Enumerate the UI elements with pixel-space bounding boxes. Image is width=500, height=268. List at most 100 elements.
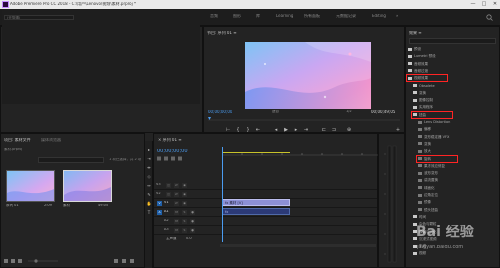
effects-search-input[interactable] <box>409 38 496 44</box>
minimize-button[interactable]: — <box>468 1 478 8</box>
workspace-tab-editing[interactable]: Editing <box>372 14 386 18</box>
effects-folder[interactable]: 音频效果 <box>408 62 428 67</box>
timeline-ruler[interactable] <box>221 147 378 156</box>
mute-icon[interactable]: M <box>174 210 179 215</box>
mic-icon[interactable]: ● <box>190 219 195 224</box>
effects-item[interactable]: 变形稳定器 VFX <box>418 135 449 140</box>
timeline-current-time[interactable]: 00;00;00;00 <box>157 149 188 154</box>
mic-icon[interactable]: ● <box>190 228 195 233</box>
timeline-title[interactable]: × 序列 01 ≡ <box>158 138 182 142</box>
eye-icon[interactable]: ◉ <box>182 192 187 197</box>
effects-folder[interactable]: Obsolete <box>413 84 435 88</box>
audio-clip[interactable]: fx <box>222 208 290 215</box>
mute-icon[interactable]: M <box>174 219 179 224</box>
track-v3[interactable]: V3 ◫ ⇄ ◉ <box>154 181 377 190</box>
type-tool-icon[interactable]: T <box>146 210 152 216</box>
effects-title[interactable]: 效果 ≡ <box>409 31 422 35</box>
more-workspaces-icon[interactable]: » <box>396 14 398 18</box>
track-a2[interactable]: A2 M S ● <box>154 217 377 226</box>
folder-icon <box>408 54 412 58</box>
mute-icon[interactable]: M <box>174 228 179 233</box>
effects-item[interactable]: 球面化 <box>418 186 435 191</box>
solo-icon[interactable]: S <box>182 228 187 233</box>
effects-item[interactable]: 放大 <box>418 149 431 154</box>
effects-item[interactable]: 变换 <box>418 142 431 147</box>
source-patch-v1[interactable]: V <box>157 201 162 206</box>
tab-project[interactable]: 项目: 素材文件 <box>4 138 31 142</box>
effects-item-label: 边角定位 <box>424 193 438 197</box>
eye-icon[interactable]: ◉ <box>182 201 187 206</box>
project-item-thumbnail[interactable] <box>63 170 112 202</box>
hand-tool-icon[interactable]: ✋ <box>146 201 152 207</box>
sync-icon[interactable]: ⇄ <box>174 183 179 188</box>
workspace-tab-all-panels[interactable]: 所有面板 <box>304 14 320 18</box>
effects-folder[interactable]: 视频 <box>413 251 426 256</box>
effects-folder[interactable]: 实用程序 <box>413 105 433 110</box>
workspace-tab-metadata[interactable]: 元数据记录 <box>336 14 356 18</box>
sync-icon[interactable]: ⇄ <box>174 192 179 197</box>
effects-item-label: 视频 <box>419 251 426 256</box>
solo-icon[interactable]: S <box>182 219 187 224</box>
program-current-time[interactable]: 00;00;00;00 <box>208 110 232 114</box>
mic-icon[interactable]: ● <box>190 210 195 215</box>
lock-icon[interactable]: ◫ <box>166 192 171 197</box>
video-clip[interactable]: fx 素材 [V] <box>222 199 290 206</box>
effects-item[interactable]: 波形变形 <box>418 171 438 176</box>
effects-folder[interactable]: Lumetri 预设 <box>408 54 436 59</box>
razor-tool-icon[interactable]: ◇ <box>146 174 152 180</box>
track-a3[interactable]: A3 M S ● <box>154 226 377 235</box>
effects-folder[interactable]: 预设 <box>408 47 421 52</box>
selection-count: 1 项已选择，共 2 项 <box>109 158 142 161</box>
folder-icon <box>413 98 417 102</box>
effects-item-label: 球面化 <box>424 185 435 190</box>
playhead[interactable] <box>222 147 223 242</box>
audio-meters <box>378 133 405 268</box>
tab-media-browser[interactable]: 媒体浏览器 <box>41 138 61 142</box>
sync-icon[interactable]: ⇄ <box>174 201 179 206</box>
program-scrubber[interactable] <box>208 117 400 121</box>
project-item-thumbnail[interactable] <box>6 170 55 202</box>
effects-item[interactable]: 旋转 <box>418 157 431 162</box>
effects-item[interactable]: 镜头扭曲 <box>418 208 438 213</box>
effects-item[interactable]: Lens Distortion <box>418 120 450 124</box>
timeline-scrollbar[interactable] <box>220 244 376 247</box>
effects-item[interactable]: 偏移 <box>418 127 431 132</box>
master-track-volume[interactable]: 0.0 <box>186 237 192 241</box>
resolution-select[interactable]: 1/2 <box>346 110 352 114</box>
selection-tool-icon[interactable]: ▸ <box>146 147 152 153</box>
effects-folder[interactable]: 扭曲 <box>413 113 426 118</box>
effects-folder[interactable]: 视频效果 <box>408 76 428 81</box>
workspace-tab-audio[interactable]: 音频 <box>210 14 218 18</box>
effects-item[interactable]: 果冻效应修复 <box>418 164 445 169</box>
effects-folder[interactable]: 图像控制 <box>413 98 433 103</box>
effect-icon <box>418 142 422 146</box>
track-select-tool-icon[interactable]: ⇥ <box>146 156 152 162</box>
workspace-tab-libraries[interactable]: 库 <box>256 14 260 18</box>
solo-icon[interactable]: S <box>182 210 187 215</box>
effects-item[interactable]: 边角定位 <box>418 193 438 198</box>
effects-item[interactable]: 湍流置换 <box>418 178 438 183</box>
effects-folder[interactable]: 时间 <box>413 215 426 220</box>
program-title[interactable]: 节目: 序列 01 ≡ <box>207 31 237 35</box>
no-clip-selector[interactable]: (无剪辑) <box>4 15 74 20</box>
effects-item-label: Lens Distortion <box>424 120 451 124</box>
workspace-tab-graphics[interactable]: 图形 <box>233 14 241 18</box>
close-button[interactable]: ✕ <box>490 1 500 8</box>
effects-item-label: 果冻效应修复 <box>424 163 445 168</box>
workspace-tab-learning[interactable]: Learning <box>276 14 293 18</box>
zoom-fit-select[interactable]: 适合 <box>272 110 279 114</box>
effect-icon <box>418 157 422 160</box>
project-search-input[interactable] <box>38 157 104 163</box>
ripple-edit-tool-icon[interactable]: ⇹ <box>146 165 152 171</box>
maximize-button[interactable]: □ <box>479 1 489 8</box>
effects-folder[interactable]: 变换 <box>413 91 426 96</box>
eye-icon[interactable]: ◉ <box>182 183 187 188</box>
effects-item[interactable]: 镜像 <box>418 200 431 205</box>
effects-folder[interactable]: 音频过渡 <box>408 69 428 74</box>
slip-tool-icon[interactable]: ↔ <box>146 183 152 189</box>
lock-icon[interactable]: ◫ <box>166 183 171 188</box>
search-icon[interactable] <box>486 14 493 21</box>
track-v2[interactable]: V2 ◫ ⇄ ◉ <box>154 190 377 199</box>
source-patch-a1[interactable]: A <box>157 210 162 215</box>
pen-tool-icon[interactable]: ✎ <box>146 192 152 198</box>
